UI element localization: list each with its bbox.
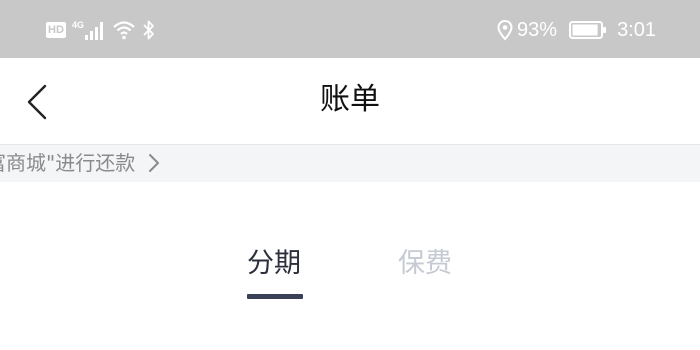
battery-fill [572, 24, 598, 36]
battery-percent: 93% [517, 18, 558, 41]
status-bar: HD 4G 93% 3:01 [0, 0, 700, 58]
chevron-right-icon [149, 154, 160, 172]
status-left-icons: HD 4G [46, 16, 156, 44]
bluetooth-icon [143, 20, 154, 40]
tab-premium[interactable]: 保费 [398, 244, 452, 284]
cellular-signal-icon: 4G [72, 20, 103, 40]
notice-bar[interactable]: 富商城"进行还款 [0, 144, 700, 182]
tab-bar: 分期 保费 [0, 182, 700, 350]
network-type-label: 4G [72, 20, 84, 30]
status-right-icons: 93% 3:01 [497, 16, 656, 44]
location-icon [497, 19, 513, 41]
active-tab-indicator [247, 294, 303, 299]
notice-text: 富商城"进行还款 [0, 151, 136, 175]
hd-icon: HD [46, 22, 66, 38]
tab-installment[interactable]: 分期 [247, 244, 301, 284]
page-title: 账单 [320, 82, 380, 117]
wifi-icon [113, 21, 135, 40]
nav-bar: 账单 [0, 58, 700, 144]
battery-icon [569, 21, 607, 39]
clock: 3:01 [617, 18, 656, 41]
